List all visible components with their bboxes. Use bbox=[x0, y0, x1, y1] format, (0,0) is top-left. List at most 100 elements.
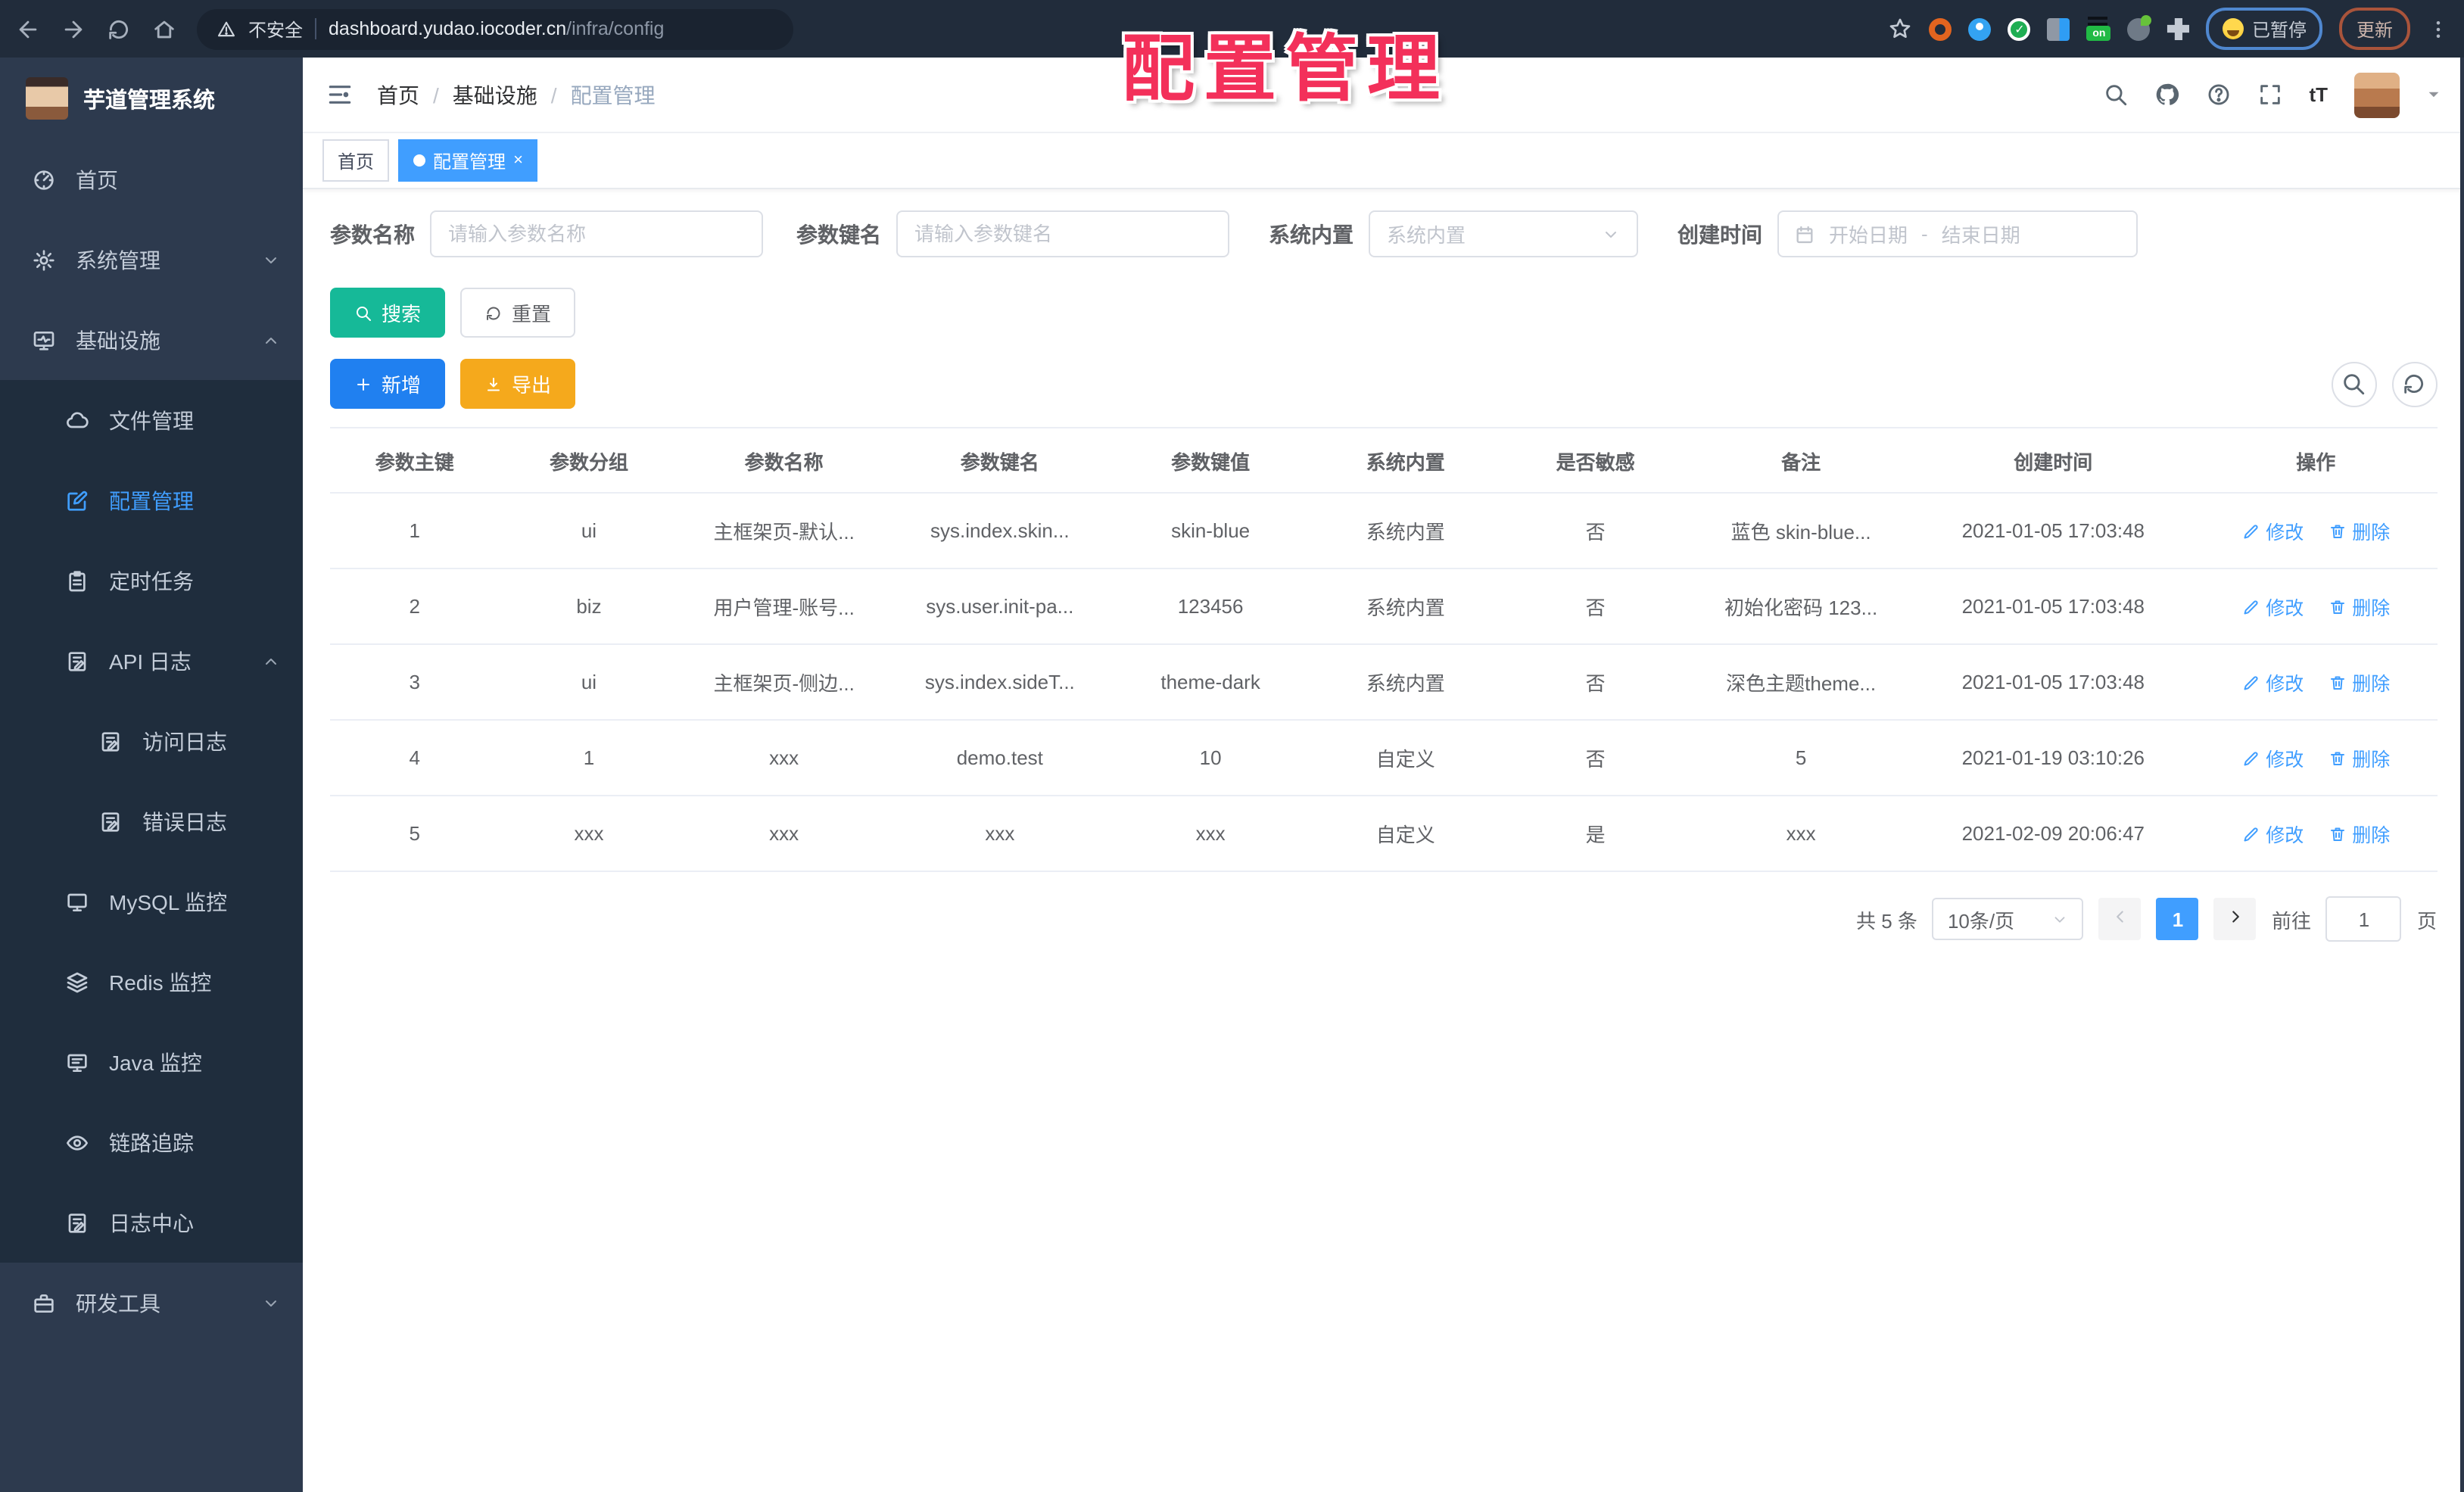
breadcrumb-separator: / bbox=[433, 83, 439, 107]
back-icon[interactable] bbox=[15, 16, 41, 42]
close-icon[interactable]: × bbox=[513, 151, 523, 170]
extensions-puzzle-icon[interactable] bbox=[2167, 17, 2190, 40]
table-cell: xxx bbox=[678, 720, 889, 796]
sidebar-item-7[interactable]: 访问日志 bbox=[0, 701, 303, 781]
page-size-select[interactable]: 10条/页 bbox=[1932, 898, 2084, 940]
home-icon[interactable] bbox=[151, 16, 177, 42]
refresh-table-icon bbox=[2401, 371, 2427, 397]
bookmark-star-icon[interactable] bbox=[1889, 17, 1913, 41]
export-button[interactable]: 导出 bbox=[460, 359, 576, 409]
app-logo bbox=[26, 77, 68, 120]
plus-icon bbox=[354, 375, 372, 393]
paused-extension-button[interactable]: 已暂停 bbox=[2206, 8, 2323, 50]
refresh-table-button[interactable] bbox=[2391, 361, 2437, 406]
update-button[interactable]: 更新 bbox=[2339, 8, 2409, 50]
browser-scrollbar[interactable] bbox=[2459, 58, 2464, 1492]
delete-link[interactable]: 删除 bbox=[2328, 668, 2390, 696]
extension-donut-icon[interactable] bbox=[1929, 17, 1952, 40]
breadcrumb-item[interactable]: 首页 bbox=[377, 79, 419, 110]
infra-icon bbox=[30, 328, 56, 352]
address-bar[interactable]: 不安全 dashboard.yudao.iocoder.cn/infra/con… bbox=[197, 8, 793, 49]
breadcrumb-item[interactable]: 基础设施 bbox=[453, 79, 537, 110]
sidebar-item-label: Redis 监控 bbox=[109, 970, 212, 994]
extension-on-icon[interactable]: on bbox=[2086, 17, 2111, 41]
table-cell: xxx bbox=[678, 796, 889, 872]
edit-link[interactable]: 修改 bbox=[2241, 592, 2304, 621]
search-actions: 搜索 重置 bbox=[330, 288, 2437, 338]
sidebar-item-4[interactable]: 配置管理 bbox=[0, 460, 303, 540]
tab-0[interactable]: 首页 bbox=[322, 139, 390, 182]
next-page-button[interactable] bbox=[2213, 898, 2257, 940]
goto-page-input[interactable] bbox=[2325, 896, 2402, 942]
font-size-icon[interactable]: tT bbox=[2309, 83, 2328, 106]
param-key-input[interactable] bbox=[896, 210, 1229, 257]
browser-menu-icon[interactable] bbox=[2426, 17, 2449, 40]
table-cell: 5 bbox=[1690, 720, 1912, 796]
search-icon[interactable] bbox=[2103, 82, 2129, 107]
sidebar-item-2[interactable]: 基础设施 bbox=[0, 300, 303, 380]
table-cell: 深色主题theme... bbox=[1690, 644, 1912, 721]
sidebar-item-8[interactable]: 错误日志 bbox=[0, 781, 303, 861]
param-key-label: 参数键名 bbox=[796, 222, 881, 246]
sidebar-item-label: 错误日志 bbox=[142, 809, 227, 833]
sidebar-item-10[interactable]: Redis 监控 bbox=[0, 942, 303, 1022]
help-icon[interactable] bbox=[2206, 82, 2232, 107]
add-button[interactable]: 新增 bbox=[330, 359, 446, 409]
sidebar-item-11[interactable]: Java 监控 bbox=[0, 1022, 303, 1102]
edit-link[interactable]: 修改 bbox=[2241, 819, 2304, 848]
table-cell: 2021-01-05 17:03:48 bbox=[1911, 493, 2195, 569]
search-button[interactable]: 搜索 bbox=[330, 288, 446, 338]
sidebar-item-14[interactable]: 研发工具 bbox=[0, 1263, 303, 1343]
task-icon bbox=[64, 568, 89, 593]
user-avatar[interactable] bbox=[2353, 72, 2399, 117]
column-header: 创建时间 bbox=[1911, 427, 2195, 494]
delete-link[interactable]: 删除 bbox=[2328, 819, 2390, 848]
chevron-left-icon bbox=[2110, 907, 2130, 931]
sidebar-item-13[interactable]: 日志中心 bbox=[0, 1182, 303, 1263]
sidebar-item-9[interactable]: MySQL 监控 bbox=[0, 861, 303, 942]
main-content: 参数名称 参数键名 系统内置 系统内置 创建时间 开始日期 - 结束日期 搜索 bbox=[303, 189, 2464, 1492]
reset-button[interactable]: 重置 bbox=[460, 288, 576, 338]
sidebar-item-0[interactable]: 首页 bbox=[0, 139, 303, 220]
date-separator: - bbox=[1921, 223, 1928, 245]
table-cell: biz bbox=[499, 568, 679, 645]
avatar-caret-icon[interactable] bbox=[2425, 86, 2441, 103]
sidebar-item-label: API 日志 bbox=[109, 649, 192, 673]
app-logo-row[interactable]: 芋道管理系统 bbox=[0, 58, 303, 139]
edit-link[interactable]: 修改 bbox=[2241, 743, 2304, 772]
system-builtin-select[interactable]: 系统内置 bbox=[1369, 210, 1638, 257]
delete-link[interactable]: 删除 bbox=[2328, 516, 2390, 545]
tab-1[interactable]: 配置管理 × bbox=[398, 139, 538, 182]
toggle-search-button[interactable] bbox=[2331, 361, 2376, 406]
github-icon[interactable] bbox=[2154, 82, 2180, 107]
table-cell: 10 bbox=[1110, 720, 1311, 796]
delete-link[interactable]: 删除 bbox=[2328, 592, 2390, 621]
prev-page-button[interactable] bbox=[2098, 898, 2142, 940]
sidebar-item-label: 文件管理 bbox=[109, 408, 194, 432]
extension-squares-icon[interactable] bbox=[2047, 17, 2070, 40]
forward-icon[interactable] bbox=[61, 16, 86, 42]
not-secure-icon bbox=[216, 19, 236, 39]
sidebar-item-label: 研发工具 bbox=[76, 1291, 160, 1315]
extension-check-icon[interactable]: ✓ bbox=[2008, 17, 2031, 40]
extension-pin-icon[interactable] bbox=[1968, 17, 1992, 40]
param-name-input[interactable] bbox=[430, 210, 763, 257]
sidebar-item-12[interactable]: 链路追踪 bbox=[0, 1102, 303, 1182]
edit-link[interactable]: 修改 bbox=[2241, 668, 2304, 696]
reload-icon[interactable] bbox=[106, 16, 132, 42]
url-host: dashboard.yudao.iocoder.cn bbox=[329, 18, 567, 39]
delete-link[interactable]: 删除 bbox=[2328, 743, 2390, 772]
sidebar-item-5[interactable]: 定时任务 bbox=[0, 540, 303, 621]
collapse-sidebar-icon[interactable] bbox=[326, 80, 354, 109]
edit-link[interactable]: 修改 bbox=[2241, 516, 2304, 545]
sidebar-item-1[interactable]: 系统管理 bbox=[0, 220, 303, 300]
table-header-row: 参数主键 参数分组 参数名称 参数键名 参数键值 系统内置 是否敏感 备注 创建时间 操作 bbox=[330, 427, 2437, 494]
date-range-picker[interactable]: 开始日期 - 结束日期 bbox=[1777, 210, 2138, 257]
not-secure-label: 不安全 bbox=[248, 19, 304, 40]
row-actions: 修改 删除 bbox=[2195, 644, 2437, 721]
sidebar-item-6[interactable]: API 日志 bbox=[0, 621, 303, 701]
sidebar-item-3[interactable]: 文件管理 bbox=[0, 380, 303, 460]
current-page-button[interactable]: 1 bbox=[2156, 898, 2199, 940]
fullscreen-icon[interactable] bbox=[2257, 82, 2283, 107]
extension-sprout-icon[interactable] bbox=[2127, 14, 2152, 40]
